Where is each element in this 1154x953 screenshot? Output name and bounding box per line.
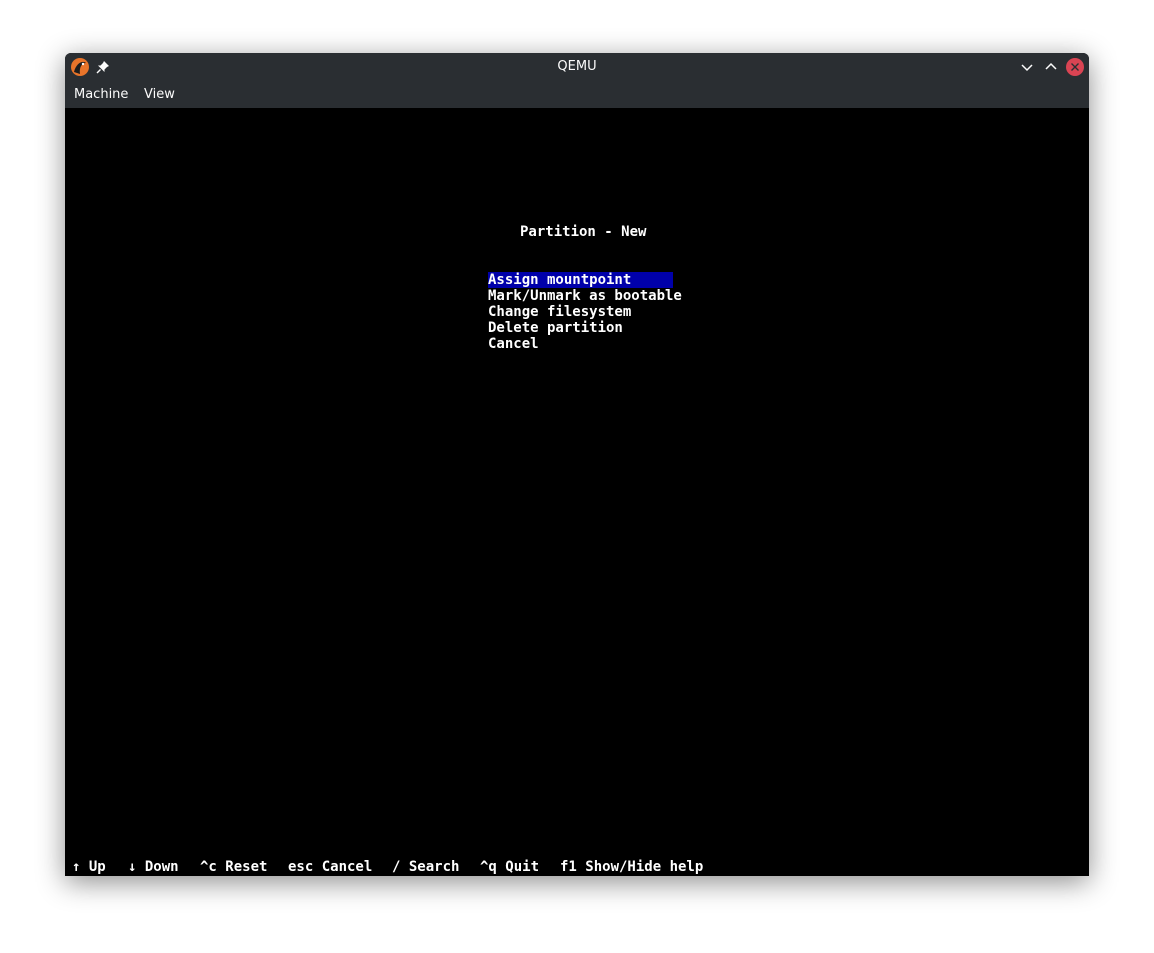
window-title: QEMU	[557, 59, 597, 74]
guest-display[interactable]: Partition - New Assign mountpoint Mark/U…	[65, 108, 1089, 876]
option-cancel[interactable]: Cancel	[488, 336, 539, 352]
footer-help: f1 Show/Hide help	[560, 859, 704, 875]
footer-cancel: esc Cancel	[288, 859, 373, 875]
footer-up: ↑ Up	[72, 859, 106, 875]
menu-bar: Machine View	[65, 81, 1089, 108]
menu-view[interactable]: View	[144, 87, 175, 102]
menu-machine[interactable]: Machine	[74, 87, 128, 102]
option-delete-partition[interactable]: Delete partition	[488, 320, 623, 336]
footer-search: / Search	[392, 859, 460, 875]
chevron-up-icon[interactable]	[1041, 57, 1061, 77]
menu-heading: Partition - New	[520, 224, 647, 240]
title-bar[interactable]: QEMU	[65, 53, 1089, 81]
option-change-filesystem[interactable]: Change filesystem	[488, 304, 631, 320]
qemu-window: QEMU Machine View Partition - New Assign…	[65, 53, 1089, 876]
footer-reset: ^c Reset	[200, 859, 268, 875]
option-toggle-bootable[interactable]: Mark/Unmark as bootable	[488, 288, 682, 304]
footer-down: ↓ Down	[128, 859, 179, 875]
option-assign-mountpoint[interactable]: Assign mountpoint	[488, 272, 673, 288]
chevron-down-icon[interactable]	[1017, 57, 1037, 77]
close-icon[interactable]	[1065, 57, 1085, 77]
footer-quit: ^q Quit	[480, 859, 540, 875]
